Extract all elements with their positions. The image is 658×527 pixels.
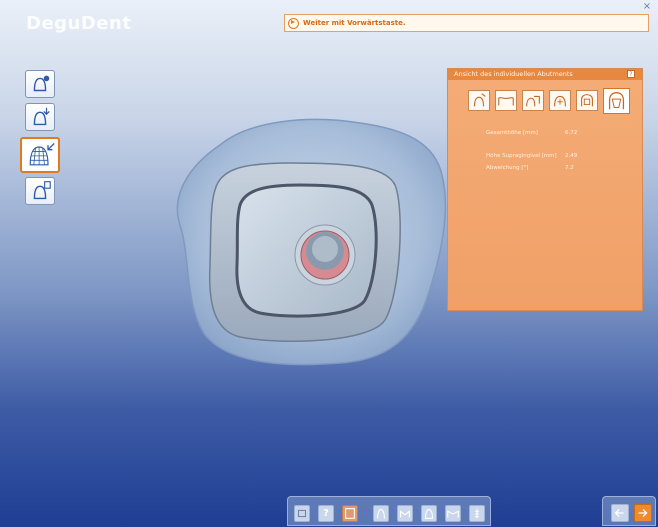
app-window: DeguDent × Weiter mit Vorwärtstaste. Ans… [0, 0, 658, 527]
abutment-view-1-icon [473, 93, 486, 107]
abutment-view-2-button[interactable] [495, 90, 517, 111]
close-icon[interactable]: × [642, 2, 652, 12]
minimize-button[interactable] [294, 505, 310, 522]
tooth-box-icon [345, 508, 355, 519]
crown-down-icon [33, 107, 50, 126]
jaw-view-icon [400, 510, 410, 518]
crown-view-button[interactable] [421, 505, 437, 522]
deviation-label: Abweichung [°] [486, 165, 529, 171]
crown-mesh-button[interactable] [20, 137, 60, 173]
forward-button[interactable] [634, 504, 652, 522]
crown-info-icon [33, 75, 50, 92]
view-button-row [468, 88, 630, 114]
panel-header: Ansicht des individuellen Abutments ? [448, 69, 642, 80]
arrow-left-icon [614, 508, 624, 518]
tooth-view-icon [376, 509, 386, 519]
navigation-group [602, 496, 656, 526]
abutment-view-5-icon [581, 94, 593, 107]
tooth-view-button[interactable] [373, 505, 389, 522]
bridge-view-icon [447, 510, 459, 518]
help-button[interactable]: ? [318, 505, 334, 522]
abutment-view-2-icon [498, 97, 514, 106]
total-height-label: Gesamthöhe [mm] [486, 130, 538, 136]
screw-channel-floor [312, 236, 338, 262]
crown-mesh-icon [29, 142, 55, 166]
back-button[interactable] [611, 504, 629, 522]
hint-text: Weiter mit Vorwärtstaste. [303, 19, 406, 27]
crown-view-icon [424, 509, 434, 519]
abutment-view-4-button[interactable] [549, 90, 571, 111]
crown-settings-button[interactable] [25, 177, 55, 205]
supragingival-height-label: Höhe Supragingival [mm] [486, 153, 557, 159]
abutment-view-4-icon [554, 95, 566, 107]
bottom-toolbar: ? [287, 496, 491, 526]
abutment-view-panel: Ansicht des individuellen Abutments ? Ge… [447, 68, 643, 311]
abutment-view-3-icon [526, 95, 540, 107]
arrow-right-icon [638, 508, 648, 518]
abutment-view-3-button[interactable] [522, 90, 544, 111]
minimize-icon [297, 509, 307, 518]
panel-title: Ansicht des individuellen Abutments [454, 70, 573, 78]
crown-down-button[interactable] [25, 103, 55, 131]
total-height-value: 6.72 [565, 130, 578, 136]
degudent-logo: DeguDent [26, 13, 132, 34]
jaw-view-button[interactable] [397, 505, 413, 522]
deviation-value: 7.2 [565, 165, 574, 171]
crown-info-button[interactable] [25, 70, 55, 98]
abutment-3d-view[interactable] [160, 105, 460, 380]
help-icon: ? [323, 508, 329, 519]
bridge-view-button[interactable] [445, 505, 461, 522]
forward-hint-icon [288, 17, 299, 29]
abutment-view-6-icon [608, 92, 625, 110]
abutment-view-1-button[interactable] [468, 90, 490, 111]
hint-bar: Weiter mit Vorwärtstaste. [284, 14, 649, 32]
tooth-box-button[interactable] [342, 505, 358, 522]
implant-view-icon [475, 508, 479, 519]
supragingival-height-value: 2.49 [565, 153, 578, 159]
crown-settings-icon [33, 181, 51, 200]
implant-view-button[interactable] [469, 505, 485, 522]
abutment-view-6-button[interactable] [603, 88, 630, 114]
panel-help-icon[interactable]: ? [627, 70, 635, 78]
abutment-view-5-button[interactable] [576, 90, 598, 111]
